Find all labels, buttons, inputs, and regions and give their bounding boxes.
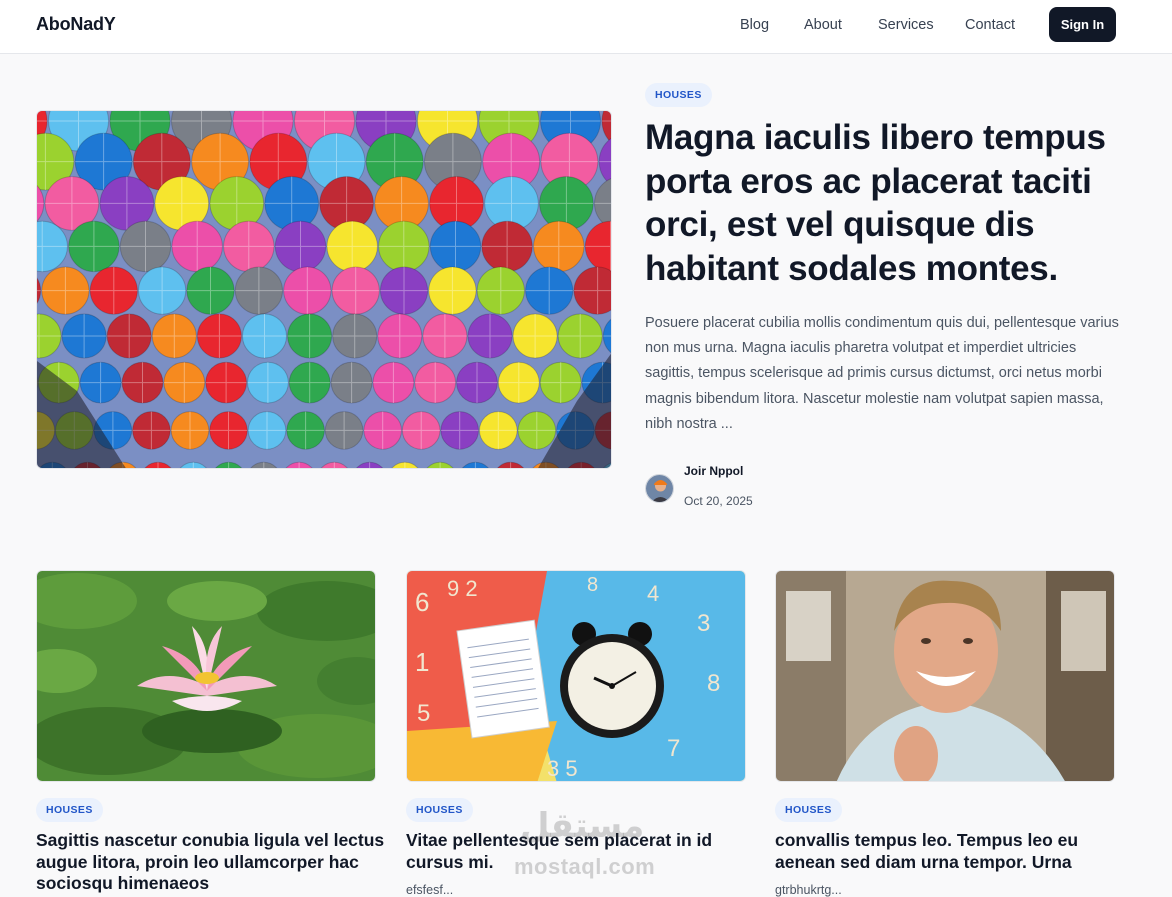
svg-text:1: 1: [415, 647, 429, 677]
card-image-3[interactable]: [775, 570, 1115, 782]
hero-category-badge[interactable]: HOUSES: [645, 83, 712, 107]
smiling-man-photo: [776, 571, 1114, 781]
svg-text:3 5: 3 5: [547, 756, 578, 781]
card-category-badge-1[interactable]: HOUSES: [36, 798, 103, 822]
svg-text:7: 7: [667, 735, 680, 762]
card-title-3[interactable]: convallis tempus leo. Tempus leo eu aene…: [775, 830, 1125, 873]
sign-in-button[interactable]: Sign In: [1049, 7, 1116, 42]
site-header: AboNadY Blog About Services Contact Sign…: [0, 0, 1172, 54]
svg-text:9 2: 9 2: [447, 576, 478, 601]
nav-link-about[interactable]: About: [804, 17, 842, 33]
card-category-badge-3[interactable]: HOUSES: [775, 798, 842, 822]
hero-image[interactable]: [36, 110, 612, 469]
card-excerpt-3: gtrbhukrtg...: [775, 883, 842, 897]
card-image-1[interactable]: [36, 570, 376, 782]
card-excerpt-2: efsfesf...: [406, 883, 454, 897]
hero-title[interactable]: Magna iaculis libero tempus porta eros a…: [645, 116, 1135, 290]
alarm-clock-notebook-photo: 6 9 2 1 5 3 8 7 3 5 4 8: [407, 571, 745, 781]
nav-link-contact[interactable]: Contact: [965, 17, 1015, 33]
post-date: Oct 20, 2025: [684, 494, 753, 508]
umbrellas-photo: [37, 111, 611, 468]
card-title-1[interactable]: Sagittis nascetur conubia ligula vel lec…: [36, 830, 386, 895]
svg-text:5: 5: [417, 700, 430, 727]
hero-excerpt: Posuere placerat cubilia mollis condimen…: [645, 315, 1119, 432]
watermark-text: mostaql.com: [514, 854, 656, 879]
card-category-badge-2[interactable]: HOUSES: [406, 798, 473, 822]
nav-link-services[interactable]: Services: [878, 17, 934, 33]
author-name[interactable]: Joir Nppol: [684, 464, 743, 478]
svg-text:8: 8: [707, 670, 720, 697]
card-image-2[interactable]: 6 9 2 1 5 3 8 7 3 5 4 8: [406, 570, 746, 782]
svg-text:6: 6: [415, 587, 429, 617]
nav-link-blog[interactable]: Blog: [740, 17, 769, 33]
author-avatar: [645, 474, 674, 503]
watermark-arabic: مستقل: [520, 807, 645, 845]
svg-text:3: 3: [697, 610, 710, 637]
svg-text:4: 4: [647, 581, 659, 606]
svg-text:8: 8: [587, 574, 598, 596]
water-lily-photo: [37, 571, 375, 781]
brand-logo[interactable]: AboNadY: [36, 14, 116, 35]
